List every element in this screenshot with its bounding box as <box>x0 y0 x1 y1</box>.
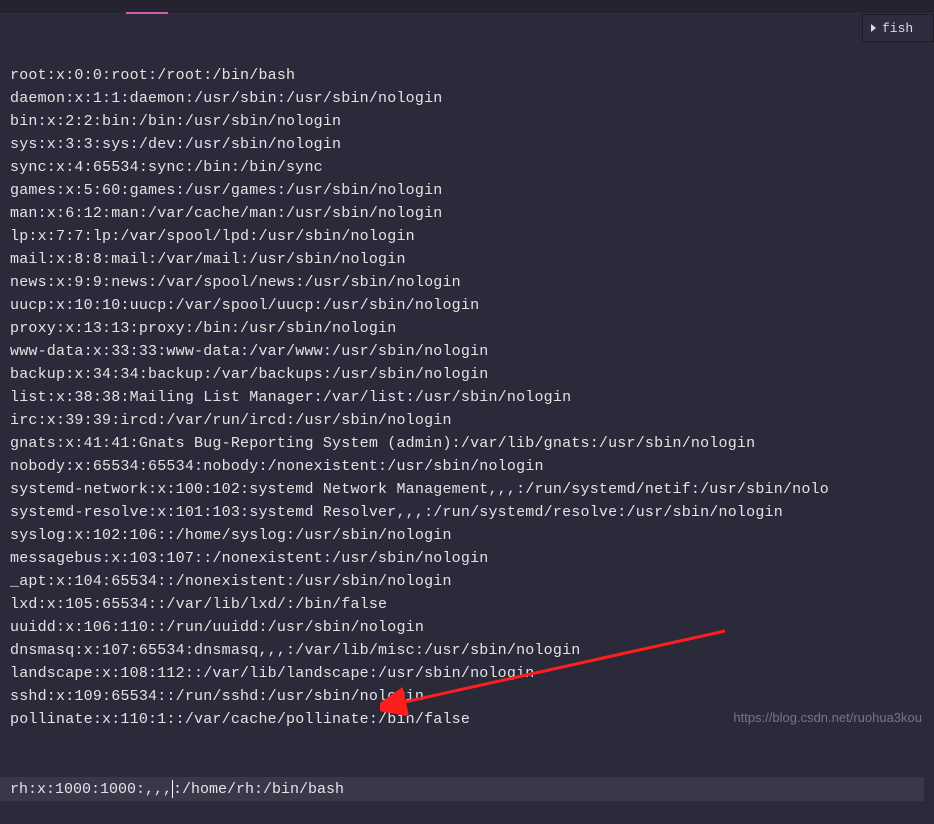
file-line[interactable]: lp:x:7:7:lp:/var/spool/lpd:/usr/sbin/nol… <box>10 225 924 248</box>
file-line[interactable]: gnats:x:41:41:Gnats Bug-Reporting System… <box>10 432 924 455</box>
file-line[interactable]: backup:x:34:34:backup:/var/backups:/usr/… <box>10 363 924 386</box>
title-bar <box>0 0 934 14</box>
file-line[interactable]: root:x:0:0:root:/root:/bin/bash <box>10 64 924 87</box>
cursor-line-after: :/home/rh:/bin/bash <box>173 778 344 801</box>
watermark-text: https://blog.csdn.net/ruohua3kou <box>733 710 922 725</box>
cursor-line-before: rh:x:1000:1000:,,, <box>10 778 172 801</box>
file-line[interactable]: list:x:38:38:Mailing List Manager:/var/l… <box>10 386 924 409</box>
file-line[interactable]: uucp:x:10:10:uucp:/var/spool/uucp:/usr/s… <box>10 294 924 317</box>
file-line[interactable]: messagebus:x:103:107::/nonexistent:/usr/… <box>10 547 924 570</box>
file-line[interactable]: irc:x:39:39:ircd:/var/run/ircd:/usr/sbin… <box>10 409 924 432</box>
file-line[interactable]: uuidd:x:106:110::/run/uuidd:/usr/sbin/no… <box>10 616 924 639</box>
file-line[interactable]: systemd-resolve:x:101:103:systemd Resolv… <box>10 501 924 524</box>
file-line[interactable]: sync:x:4:65534:sync:/bin:/bin/sync <box>10 156 924 179</box>
file-line[interactable]: www-data:x:33:33:www-data:/var/www:/usr/… <box>10 340 924 363</box>
file-line[interactable]: _apt:x:104:65534::/nonexistent:/usr/sbin… <box>10 570 924 593</box>
file-line[interactable]: sshd:x:109:65534::/run/sshd:/usr/sbin/no… <box>10 685 924 708</box>
file-line[interactable]: lxd:x:105:65534::/var/lib/lxd/:/bin/fals… <box>10 593 924 616</box>
file-line[interactable]: syslog:x:102:106::/home/syslog:/usr/sbin… <box>10 524 924 547</box>
file-line[interactable]: landscape:x:108:112::/var/lib/landscape:… <box>10 662 924 685</box>
file-line[interactable]: sys:x:3:3:sys:/dev:/usr/sbin/nologin <box>10 133 924 156</box>
file-line[interactable]: systemd-network:x:100:102:systemd Networ… <box>10 478 924 501</box>
file-line[interactable]: man:x:6:12:man:/var/cache/man:/usr/sbin/… <box>10 202 924 225</box>
file-line[interactable]: daemon:x:1:1:daemon:/usr/sbin:/usr/sbin/… <box>10 87 924 110</box>
file-line[interactable]: nobody:x:65534:65534:nobody:/nonexistent… <box>10 455 924 478</box>
file-line[interactable]: dnsmasq:x:107:65534:dnsmasq,,,:/var/lib/… <box>10 639 924 662</box>
cursor-line[interactable]: rh:x:1000:1000:,,,:/home/rh:/bin/bash <box>0 777 924 801</box>
file-line[interactable]: mail:x:8:8:mail:/var/mail:/usr/sbin/nolo… <box>10 248 924 271</box>
file-line[interactable]: proxy:x:13:13:proxy:/bin:/usr/sbin/nolog… <box>10 317 924 340</box>
file-line[interactable]: bin:x:2:2:bin:/bin:/usr/sbin/nologin <box>10 110 924 133</box>
file-line[interactable]: games:x:5:60:games:/usr/games:/usr/sbin/… <box>10 179 924 202</box>
file-line[interactable]: news:x:9:9:news:/var/spool/news:/usr/sbi… <box>10 271 924 294</box>
editor-content[interactable]: root:x:0:0:root:/root:/bin/bashdaemon:x:… <box>0 14 934 824</box>
